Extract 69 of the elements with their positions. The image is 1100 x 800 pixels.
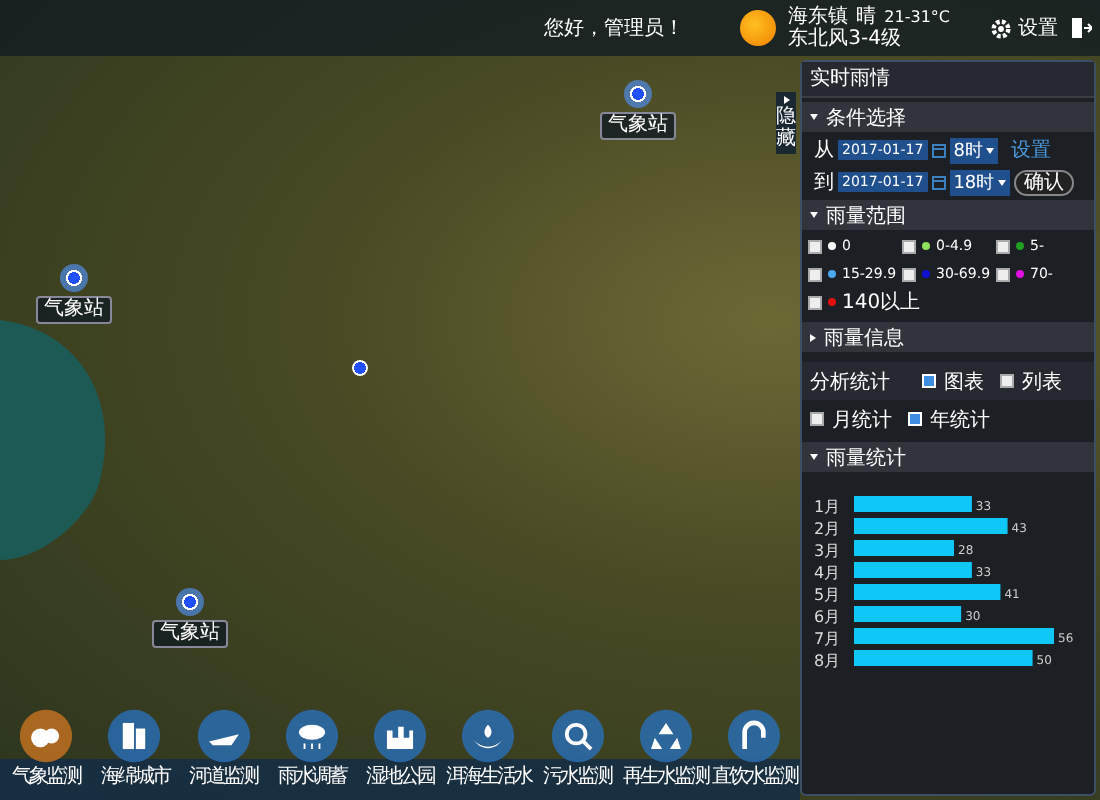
- station-label: 气象站: [36, 296, 112, 324]
- greeting-text: 您好，管理员！: [544, 16, 685, 42]
- toolbar-item[interactable]: 污水监测: [535, 708, 619, 800]
- section-header[interactable]: 条件选择: [802, 102, 1094, 132]
- section-header[interactable]: 雨量信息: [802, 322, 1094, 352]
- rain-cloud-icon: [283, 708, 340, 764]
- sun-icon: [740, 10, 777, 46]
- bar: [854, 540, 954, 556]
- checkbox-option[interactable]: 列表: [1000, 367, 1062, 395]
- building-icon: [106, 708, 163, 764]
- month-label: 1月: [814, 498, 841, 516]
- hide-panel-tab[interactable]: 隐藏: [776, 92, 796, 154]
- station-label: 气象站: [152, 620, 228, 648]
- settings-button[interactable]: 设置: [990, 14, 1058, 42]
- factory-icon: [372, 708, 428, 764]
- toolbar-item[interactable]: 直饮水监测: [712, 708, 796, 800]
- confirm-button[interactable]: 确认: [1014, 169, 1075, 195]
- checkbox[interactable]: [996, 267, 1010, 281]
- toolbar-item[interactable]: 气象监测: [4, 708, 88, 800]
- range-label: 140以上: [842, 289, 921, 316]
- month-label: 8月: [814, 652, 841, 670]
- toolbar-item[interactable]: 海绵城市: [92, 708, 177, 800]
- temperature-text: 21-31°C: [884, 6, 950, 28]
- checkbox[interactable]: [808, 267, 822, 281]
- panel-title: 实时雨情: [802, 62, 1094, 98]
- checkbox-option[interactable]: 年统计: [908, 405, 990, 433]
- toolbar-item[interactable]: 再生水监测: [623, 708, 708, 800]
- month-label: 7月: [814, 630, 841, 648]
- section-header[interactable]: 雨量统计: [802, 442, 1094, 472]
- month-label: 3月: [814, 542, 841, 560]
- dropdown-icon: [986, 147, 995, 153]
- field-label: 到: [814, 170, 834, 196]
- bar: [854, 606, 962, 622]
- dropdown-icon: [998, 179, 1007, 185]
- location-text: 海东镇: [788, 6, 849, 28]
- checkbox[interactable]: [902, 267, 916, 281]
- checkbox[interactable]: [902, 239, 916, 253]
- bar: [854, 496, 972, 512]
- month-label: 5月: [814, 586, 841, 604]
- checkbox-option[interactable]: 图表: [922, 367, 984, 395]
- bar: [854, 562, 972, 578]
- weather-condition: 晴: [856, 6, 877, 28]
- toolbar-item[interactable]: 洱海生活水: [446, 708, 531, 800]
- wind-text: 东北风3-4级: [788, 28, 903, 50]
- calendar-icon[interactable]: [931, 142, 946, 158]
- section-header[interactable]: 雨量范围: [802, 200, 1094, 230]
- field-label: 从: [814, 137, 834, 164]
- logout-icon[interactable]: [1070, 16, 1092, 40]
- settings-link[interactable]: 设置: [1010, 136, 1051, 164]
- checkbox[interactable]: [996, 239, 1010, 253]
- caret-icon: [783, 96, 789, 104]
- magnifier-icon: [549, 708, 605, 764]
- month-label: 6月: [814, 608, 841, 626]
- calendar-icon[interactable]: [931, 174, 946, 190]
- checkbox[interactable]: [808, 295, 822, 309]
- checkbox-option[interactable]: 月统计: [810, 405, 892, 433]
- hour-select[interactable]: 8时: [949, 137, 999, 163]
- month-label: 2月: [814, 520, 841, 538]
- month-label: 4月: [814, 564, 841, 582]
- toolbar-item[interactable]: 湿地公园: [358, 708, 442, 800]
- station-label: 气象站: [600, 112, 676, 140]
- cloud-icon: [18, 708, 74, 764]
- boat-icon: [195, 708, 251, 764]
- checkbox[interactable]: [808, 239, 822, 253]
- analysis-label: 分析统计: [810, 369, 890, 395]
- toolbar-item[interactable]: 雨水调蓄: [269, 708, 354, 800]
- hour-select[interactable]: 18时: [949, 169, 1011, 195]
- toolbar-item[interactable]: 河道监测: [181, 708, 265, 800]
- settings-icon: [990, 17, 1012, 39]
